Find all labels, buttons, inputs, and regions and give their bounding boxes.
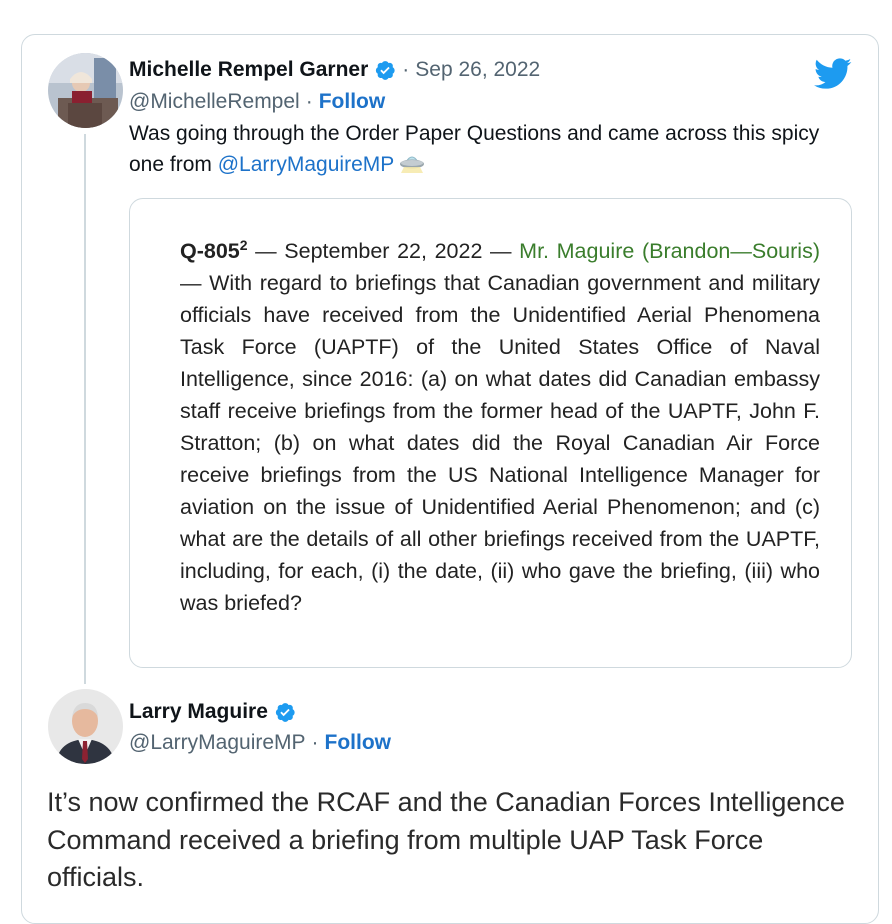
tweet-date[interactable]: Sep 26, 2022: [415, 58, 540, 82]
tweet2-text: It’s now confirmed the RCAF and the Cana…: [47, 787, 845, 892]
question-body: — With regard to briefings that Canadian…: [180, 271, 820, 616]
order-paper-question: Q-8052 — September 22, 2022 — Mr. Maguir…: [180, 229, 820, 619]
twitter-bird-icon[interactable]: [814, 58, 852, 90]
verified-badge-icon: [275, 703, 295, 722]
author-name[interactable]: Larry Maguire: [129, 700, 268, 724]
author-handle[interactable]: @MichelleRempel: [129, 90, 300, 114]
follow-button[interactable]: Follow: [325, 731, 392, 755]
quoted-image[interactable]: Q-8052 — September 22, 2022 — Mr. Maguir…: [129, 198, 852, 668]
larry-avatar[interactable]: [48, 689, 123, 764]
separator-dot: ·: [402, 58, 410, 81]
question-number: Q-8052: [180, 237, 248, 264]
follow-button[interactable]: Follow: [319, 90, 386, 114]
verified-badge-icon: [376, 61, 395, 80]
tweet2-handle-row: @LarryMaguireMP · Follow: [129, 731, 391, 755]
mention-link[interactable]: @LarryMaguireMP: [218, 153, 395, 176]
tweet1-text: Was going through the Order Paper Questi…: [129, 118, 849, 180]
author-handle[interactable]: @LarryMaguireMP: [129, 731, 306, 755]
michelle-avatar[interactable]: [48, 53, 123, 128]
author-name[interactable]: Michelle Rempel Garner: [129, 58, 368, 82]
question-date: — September 22, 2022 —: [247, 239, 520, 264]
tweet1-handle-row: @MichelleRempel · Follow: [129, 90, 385, 114]
separator-dot: ·: [305, 90, 313, 113]
tweet2-header: Larry Maguire: [129, 700, 296, 724]
thread-connector-line: [84, 134, 86, 684]
tweet1-header: Michelle Rempel Garner · Sep 26, 2022: [129, 58, 540, 82]
separator-dot: ·: [311, 731, 319, 754]
flying-saucer-icon: [400, 156, 425, 173]
member-name: Mr. Maguire (Brandon—Souris): [519, 239, 820, 264]
